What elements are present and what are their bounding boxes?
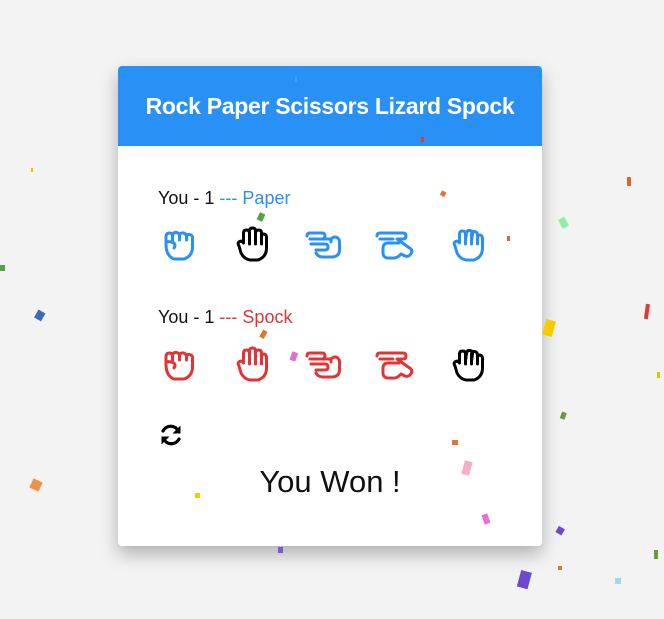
player1-lizard-icon[interactable] [372, 222, 418, 266]
player2-paper-icon[interactable] [228, 342, 274, 386]
player2-spock-icon[interactable] [444, 342, 490, 386]
result-message: You Won ! [259, 464, 401, 499]
game-card: Rock Paper Scissors Lizard Spock You - 1… [118, 66, 542, 546]
app-title: Rock Paper Scissors Lizard Spock [118, 66, 542, 146]
player1-hand-row [156, 222, 490, 266]
player1-scissors-icon[interactable] [300, 222, 346, 266]
player2-scissors-icon[interactable] [300, 342, 346, 386]
player1-rock-icon[interactable] [156, 222, 202, 266]
refresh-icon[interactable] [158, 422, 184, 448]
player1-separator: --- [219, 188, 238, 208]
player2-rock-icon[interactable] [156, 342, 202, 386]
player2-score: 1 [204, 307, 215, 327]
player2-lizard-icon[interactable] [372, 342, 418, 386]
player2-separator: --- [219, 307, 238, 327]
player1-paper-icon[interactable] [228, 222, 274, 266]
player2-hand-row [156, 342, 490, 386]
player1-name: You [158, 188, 189, 208]
player2-status: You - 1 --- Spock [158, 307, 293, 327]
player1-spock-icon[interactable] [444, 222, 490, 266]
player2-name: You [158, 307, 189, 327]
player2-choice: Spock [242, 307, 293, 327]
player1-choice: Paper [242, 188, 291, 208]
player1-score: 1 [204, 188, 215, 208]
player1-status: You - 1 --- Paper [158, 188, 291, 208]
